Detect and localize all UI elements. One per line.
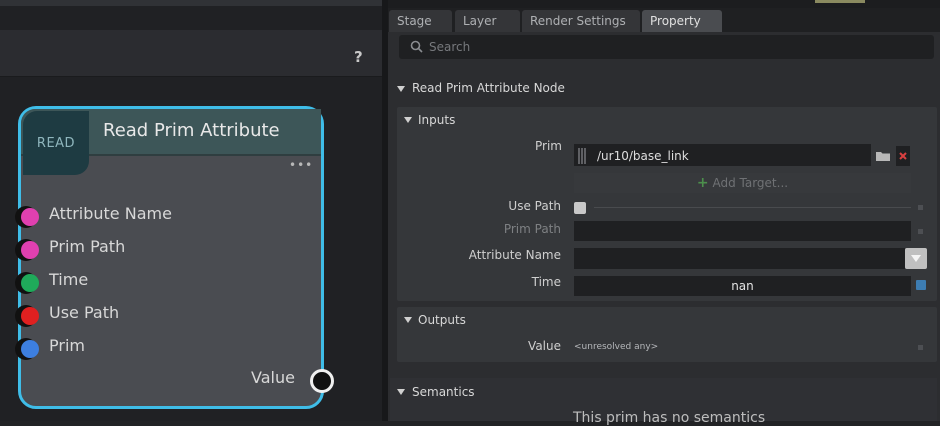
port-label: Prim [49, 336, 85, 355]
inputs-title: Inputs [418, 113, 456, 127]
help-icon[interactable]: ? [354, 48, 363, 66]
time-label: Time [531, 275, 561, 289]
use-path-label: Use Path [508, 199, 561, 213]
graph-toolbar [0, 30, 382, 77]
add-target-label: Add Target... [712, 176, 789, 190]
plus-icon: + [696, 175, 709, 191]
use-path-checkbox[interactable] [574, 202, 586, 214]
prim-target-value: /ur10/base_link [597, 149, 689, 163]
outputs-group [397, 307, 937, 362]
tab-stage[interactable]: Stage [389, 10, 452, 32]
use-path-port-icon[interactable] [15, 305, 39, 327]
node-type-badge: READ [23, 111, 89, 175]
graph-top-strip [0, 0, 384, 6]
remove-target-icon[interactable] [896, 146, 910, 166]
port-label: Attribute Name [49, 204, 172, 223]
prim-path-field[interactable] [574, 221, 911, 241]
collapse-triangle-icon[interactable] [397, 389, 405, 395]
node-more-icon[interactable]: ••• [289, 158, 313, 172]
time-override-marker-icon[interactable] [916, 280, 926, 290]
outputs-title: Outputs [418, 313, 466, 327]
folder-icon[interactable] [873, 146, 893, 166]
read-prim-attribute-node[interactable]: READ Read Prim Attribute ••• Attribute N… [15, 106, 334, 409]
prim-path-label: Prim Path [503, 222, 561, 236]
live-indicator [815, 0, 865, 3]
node-title: Read Prim Attribute [103, 120, 280, 141]
default-marker-icon[interactable] [918, 229, 923, 234]
search-placeholder: Search [429, 40, 471, 54]
prim-port-icon[interactable] [15, 338, 39, 360]
value-output-port-icon[interactable] [310, 369, 334, 393]
collapse-triangle-icon[interactable] [397, 86, 405, 92]
time-value: nan [731, 279, 754, 293]
add-target-button[interactable]: + Add Target... [574, 173, 911, 193]
time-port-icon[interactable] [15, 272, 39, 294]
collapse-triangle-icon[interactable] [404, 317, 412, 323]
default-marker-icon[interactable] [918, 205, 923, 210]
attribute-name-dropdown[interactable] [574, 248, 905, 269]
attribute-name-label: Attribute Name [468, 248, 561, 262]
port-label: Prim Path [49, 237, 126, 256]
semantics-title[interactable]: Semantics [412, 385, 475, 399]
port-label: Time [49, 270, 89, 289]
tab-property[interactable]: Property [642, 10, 722, 32]
tab-render-settings[interactable]: Render Settings [522, 10, 640, 32]
search-icon [410, 40, 423, 53]
chevron-down-icon[interactable] [905, 248, 927, 269]
drag-handle-icon[interactable] [577, 146, 587, 166]
collapse-triangle-icon[interactable] [404, 117, 412, 123]
value-output: <unresolved any> [574, 342, 659, 352]
tab-layer[interactable]: Layer [455, 10, 520, 32]
semantics-message: This prim has no semantics [573, 410, 766, 426]
use-path-divider [594, 207, 911, 208]
port-label: Use Path [49, 303, 120, 322]
attribute-name-port-icon[interactable] [15, 206, 39, 228]
default-marker-icon[interactable] [918, 345, 923, 350]
value-label: Value [528, 339, 561, 353]
section-title: Read Prim Attribute Node [412, 81, 565, 95]
prim-label: Prim [535, 139, 562, 153]
prim-path-port-icon[interactable] [15, 239, 39, 261]
search-input[interactable] [399, 35, 934, 59]
output-label-value: Value [251, 368, 295, 387]
